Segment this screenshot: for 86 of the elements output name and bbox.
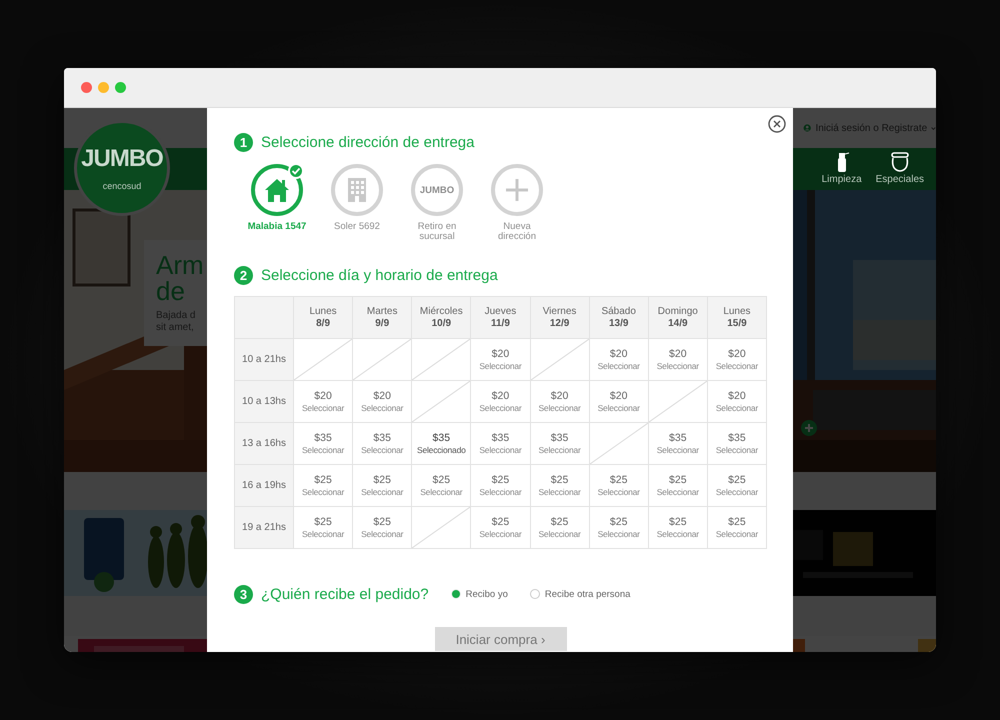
time-slot[interactable]: $25 Seleccionar bbox=[707, 506, 766, 548]
step-number: 1 bbox=[234, 132, 253, 152]
unavailable-slot bbox=[294, 338, 353, 380]
minimize-button[interactable] bbox=[98, 82, 109, 93]
time-slot[interactable]: $35 Seleccionar bbox=[707, 422, 766, 464]
time-label: 13 a 16hs bbox=[234, 422, 294, 464]
time-slot[interactable]: $35 Seleccionado bbox=[412, 422, 471, 464]
unavailable-slot bbox=[412, 380, 471, 422]
day-header: Lunes 15/9 bbox=[707, 296, 766, 338]
radio-label[interactable]: Recibe otra persona bbox=[544, 588, 630, 600]
address-option[interactable] bbox=[331, 164, 383, 216]
nav-link[interactable]: Limpieza bbox=[822, 174, 862, 185]
radio-label[interactable]: Recibo yo bbox=[466, 588, 508, 600]
day-header: Domingo 14/9 bbox=[648, 296, 708, 338]
time-slot[interactable]: $25 Seleccionar bbox=[530, 506, 590, 548]
check-icon bbox=[288, 163, 304, 179]
unavailable-slot bbox=[412, 506, 471, 548]
address-option[interactable] bbox=[491, 164, 543, 216]
logo-text: JUMBO bbox=[420, 184, 454, 196]
time-slot[interactable]: $25 Seleccionar bbox=[589, 506, 648, 548]
day-header: Miércoles 10/9 bbox=[412, 296, 471, 338]
step-title: ¿Quién recibe el pedido? bbox=[261, 586, 429, 602]
time-slot[interactable]: $25 Seleccionar bbox=[294, 506, 353, 548]
radio-button[interactable] bbox=[530, 589, 540, 599]
nav-link[interactable]: Especiales bbox=[876, 174, 924, 185]
day-header: Viernes 12/9 bbox=[530, 296, 590, 338]
time-slot[interactable]: $20 Seleccionar bbox=[589, 338, 648, 380]
building-icon bbox=[346, 177, 368, 203]
unavailable-slot bbox=[648, 380, 708, 422]
time-slot[interactable]: $25 Seleccionar bbox=[352, 464, 412, 506]
time-slot[interactable]: $25 Seleccionar bbox=[648, 506, 708, 548]
time-slot[interactable]: $25 Seleccionar bbox=[648, 464, 708, 506]
address-label[interactable]: Nueva dirección bbox=[483, 222, 551, 242]
time-label: 16 a 19hs bbox=[234, 464, 294, 506]
zoom-button[interactable] bbox=[115, 82, 126, 93]
time-slot[interactable]: $25 Seleccionar bbox=[589, 464, 648, 506]
time-slot[interactable]: $20 Seleccionar bbox=[470, 338, 530, 380]
step-number: 3 bbox=[234, 584, 253, 604]
address-option[interactable] bbox=[251, 164, 303, 216]
step-title: Seleccione día y horario de entrega bbox=[261, 266, 498, 284]
unavailable-slot bbox=[352, 338, 412, 380]
time-slot[interactable]: $25 Seleccionar bbox=[352, 506, 412, 548]
time-slot[interactable]: $35 Seleccionar bbox=[470, 422, 530, 464]
time-slot[interactable]: $20 Seleccionar bbox=[707, 338, 766, 380]
time-slot[interactable]: $25 Seleccionar bbox=[412, 464, 471, 506]
step-number: 2 bbox=[234, 266, 253, 284]
time-label: 10 a 21hs bbox=[234, 338, 294, 380]
day-header: Sábado 13/9 bbox=[589, 296, 648, 338]
unavailable-slot bbox=[530, 338, 590, 380]
time-slot[interactable]: $35 Seleccionar bbox=[352, 422, 412, 464]
time-slot[interactable]: $25 Seleccionar bbox=[470, 464, 530, 506]
time-slot[interactable]: $20 Seleccionar bbox=[470, 380, 530, 422]
logo-text: JUMBO bbox=[81, 145, 163, 173]
time-slot[interactable]: $20 Seleccionar bbox=[589, 380, 648, 422]
time-slot[interactable]: $35 Seleccionar bbox=[530, 422, 590, 464]
logo-subtitle: cencosud bbox=[102, 181, 142, 191]
unavailable-slot bbox=[412, 338, 471, 380]
address-option[interactable]: JUMBO bbox=[411, 164, 463, 216]
day-header: Lunes 8/9 bbox=[294, 296, 353, 338]
time-slot[interactable]: $35 Seleccionar bbox=[648, 422, 708, 464]
jar-icon[interactable] bbox=[890, 152, 910, 172]
hero-title: de bbox=[156, 278, 186, 304]
time-slot[interactable]: $25 Seleccionar bbox=[530, 464, 590, 506]
time-slot[interactable]: $25 Seleccionar bbox=[294, 464, 353, 506]
time-slot[interactable]: $25 Seleccionar bbox=[470, 506, 530, 548]
time-slot[interactable]: $20 Seleccionar bbox=[352, 380, 412, 422]
address-label[interactable]: Malabia 1547 bbox=[248, 222, 306, 232]
plus-icon bbox=[504, 177, 530, 203]
header-cell bbox=[234, 296, 294, 338]
time-label: 19 a 21hs bbox=[234, 506, 294, 548]
address-label[interactable]: Soler 5692 bbox=[334, 222, 380, 232]
day-header: Jueves 11/9 bbox=[470, 296, 530, 338]
day-header: Martes 9/9 bbox=[352, 296, 412, 338]
step-title: Seleccione dirección de entrega bbox=[261, 134, 474, 150]
unavailable-slot bbox=[589, 422, 648, 464]
time-slot[interactable]: $35 Seleccionar bbox=[294, 422, 353, 464]
hero-title: Arm bbox=[156, 252, 205, 278]
house-icon bbox=[264, 178, 290, 202]
time-label: 10 a 13hs bbox=[234, 380, 294, 422]
time-slot[interactable]: $20 Seleccionar bbox=[707, 380, 766, 422]
time-slot[interactable]: $20 Seleccionar bbox=[294, 380, 353, 422]
time-slot[interactable]: $20 Seleccionar bbox=[648, 338, 708, 380]
time-slot[interactable]: $25 Seleccionar bbox=[707, 464, 766, 506]
time-slot[interactable]: $20 Seleccionar bbox=[530, 380, 590, 422]
address-label[interactable]: Retiro en sucursal bbox=[403, 222, 471, 242]
close-button[interactable] bbox=[768, 115, 786, 133]
